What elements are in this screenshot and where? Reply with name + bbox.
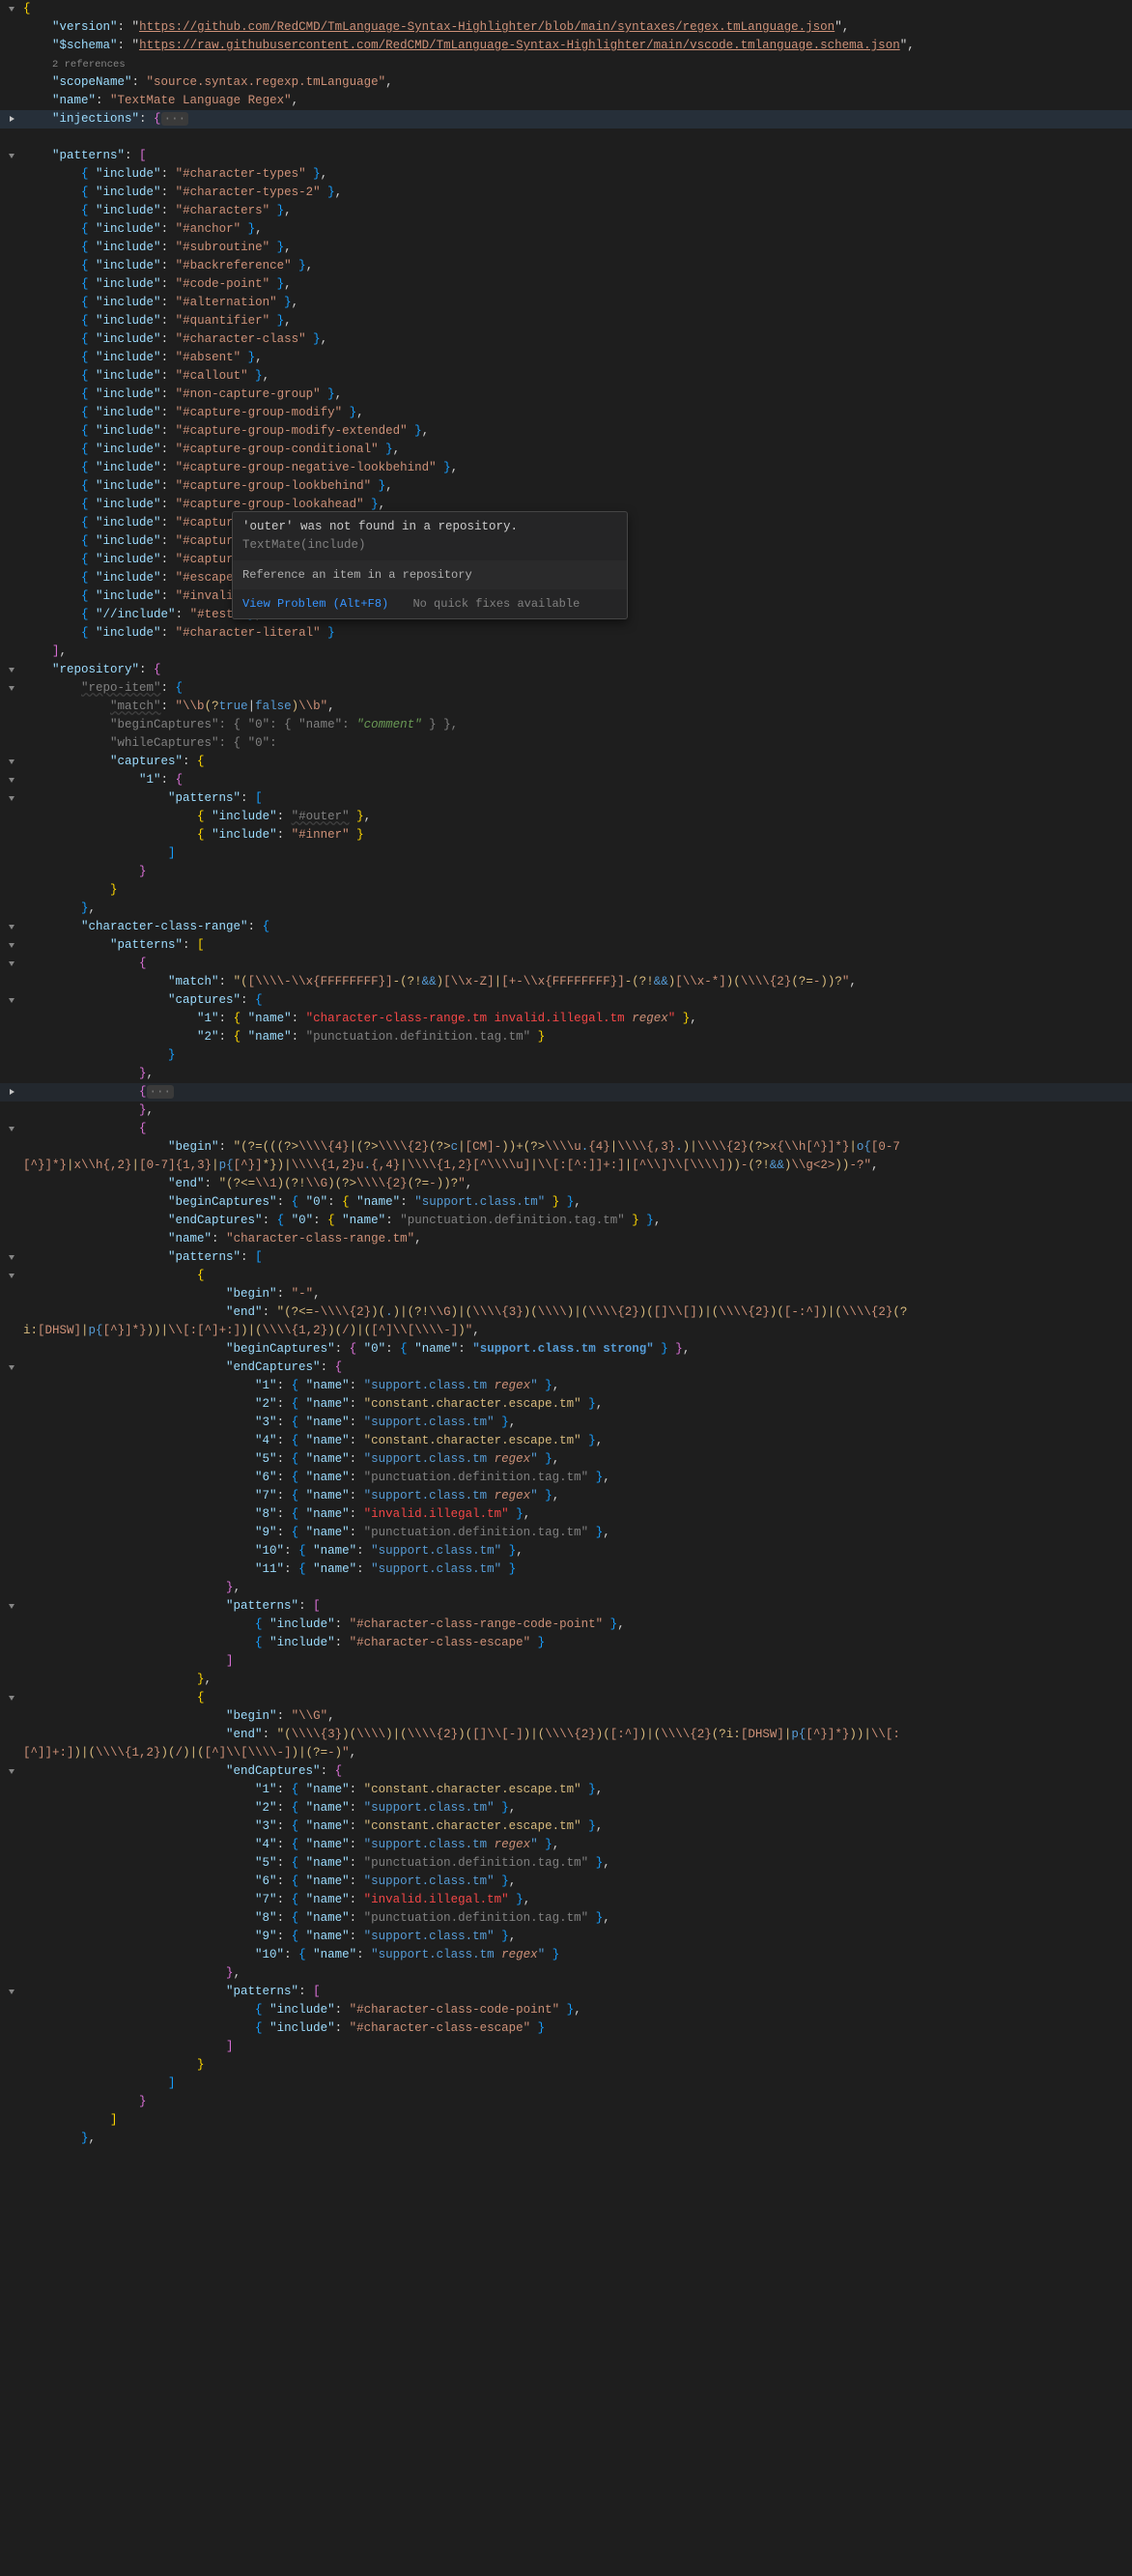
hover-description: Reference an item in a repository: [233, 560, 627, 589]
hover-message: 'outer' was not found in a repository.: [242, 520, 518, 533]
hover-problem-tooltip: 'outer' was not found in a repository. T…: [232, 511, 628, 619]
view-problem-link[interactable]: View Problem (Alt+F8): [242, 597, 388, 611]
chevron-right-icon[interactable]: [2, 1087, 23, 1099]
code-editor[interactable]: { "version": "https://github.com/RedCMD/…: [0, 0, 1132, 2167]
hover-source: TextMate(include): [242, 538, 366, 552]
no-fixes-text: No quick fixes available: [412, 597, 580, 611]
chevron-right-icon[interactable]: [2, 114, 23, 126]
chevron-down-icon[interactable]: [2, 151, 23, 162]
